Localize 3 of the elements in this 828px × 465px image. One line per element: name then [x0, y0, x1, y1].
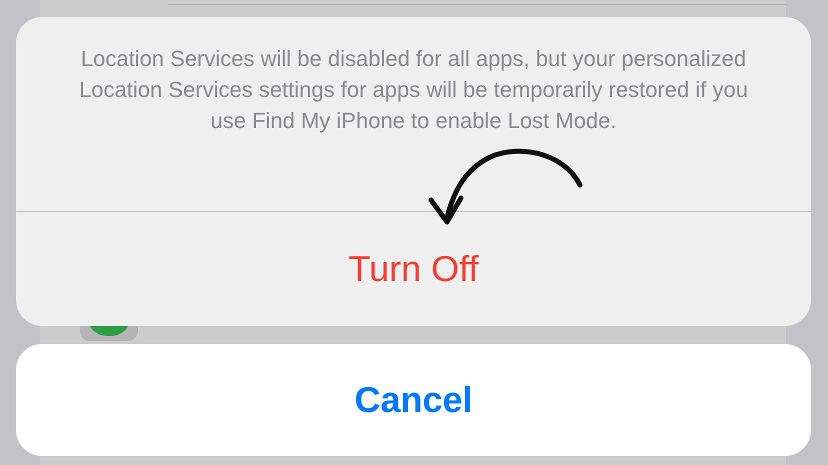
turn-off-button[interactable]: Turn Off [16, 212, 811, 326]
cancel-button[interactable]: Cancel [16, 344, 811, 456]
alert-message: Location Services will be disabled for all apps, but your personalized Location Services settings for apps will be temporarily restored if you use Find My iPhone to enable Lost Mode. [78, 45, 749, 135]
